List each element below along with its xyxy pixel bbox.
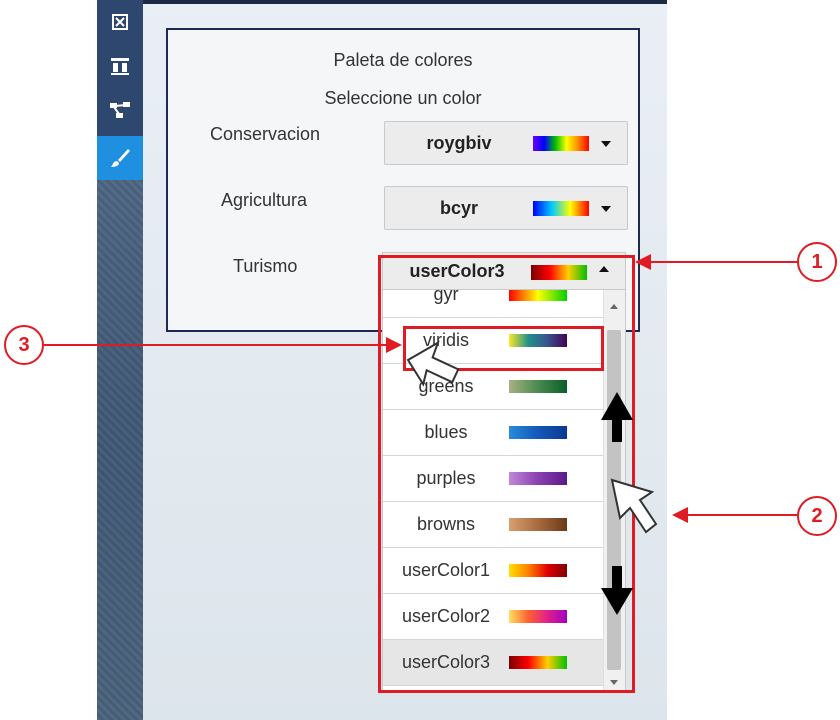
cursor-icon — [610, 478, 658, 534]
callout-2: 2 — [797, 496, 837, 536]
callout-1: 1 — [797, 242, 837, 282]
scroll-down-arrow-icon — [601, 566, 633, 615]
scroll-up-arrow-icon — [601, 392, 633, 442]
cursor-icon — [406, 340, 460, 387]
callout-3: 3 — [4, 325, 44, 365]
annotation-overlay — [44, 254, 797, 615]
